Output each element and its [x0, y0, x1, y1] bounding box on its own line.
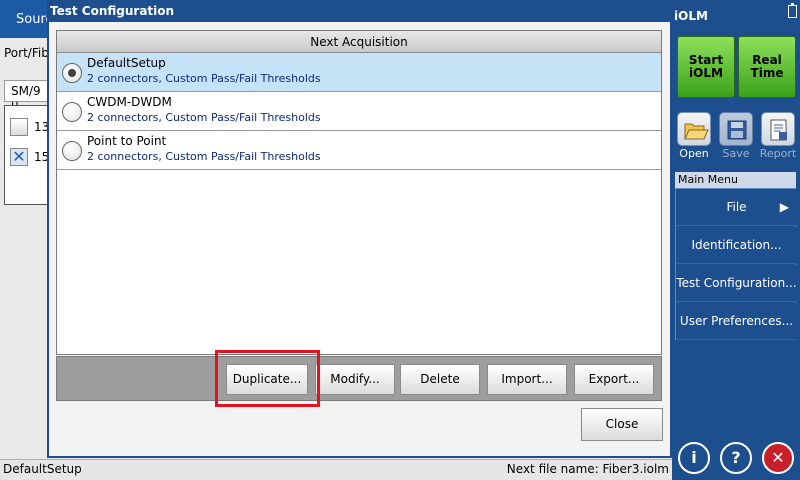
- delete-button[interactable]: Delete: [400, 364, 480, 395]
- wavelength-2-checkbox[interactable]: ✕: [10, 148, 28, 166]
- save-button[interactable]: [719, 112, 753, 146]
- open-button[interactable]: [677, 112, 711, 146]
- test-configuration-dialog: Test Configuration Next Acquisition Defa…: [47, 0, 672, 458]
- item-name: Point to Point: [87, 134, 167, 148]
- folder-open-icon: [684, 123, 709, 140]
- modify-button[interactable]: Modify...: [315, 364, 395, 395]
- info-icon[interactable]: i: [678, 442, 710, 474]
- menu-item-identification[interactable]: Identification...: [676, 227, 797, 264]
- next-file-name-status: Next file name: Fiber3.iolm: [506, 462, 669, 476]
- list-item-point-to-point[interactable]: Point to Point 2 connectors, Custom Pass…: [57, 131, 661, 170]
- item-name: CWDM-DWDM: [87, 95, 172, 109]
- menu-item-test-configuration[interactable]: Test Configuration...: [676, 265, 797, 302]
- dialog-body: Next Acquisition DefaultSetup 2 connecto…: [49, 22, 670, 456]
- configuration-list: Next Acquisition DefaultSetup 2 connecto…: [56, 30, 662, 355]
- list-item-cwdm-dwdm[interactable]: CWDM-DWDM 2 connectors, Custom Pass/Fail…: [57, 92, 661, 131]
- radio-button[interactable]: [62, 141, 82, 161]
- current-setup-status: DefaultSetup: [3, 462, 82, 476]
- item-description: 2 connectors, Custom Pass/Fail Threshold…: [87, 150, 321, 163]
- menu-item-label: File: [726, 200, 747, 214]
- duplicate-highlight-box: [215, 350, 320, 407]
- radio-selected-dot: [68, 69, 76, 77]
- export-button[interactable]: Export...: [574, 364, 654, 395]
- app-title: iOLM: [674, 9, 708, 23]
- battery-icon: [788, 3, 797, 18]
- status-bar: DefaultSetup Next file name: Fiber3.iolm: [0, 459, 672, 480]
- start-iolm-button[interactable]: Start iOLM: [677, 36, 735, 98]
- help-icon[interactable]: ?: [720, 442, 752, 474]
- action-button-bar: Duplicate... Modify... Delete Import... …: [56, 356, 662, 401]
- menu-item-file[interactable]: File ▶: [676, 189, 797, 226]
- radio-button[interactable]: [62, 63, 82, 83]
- floppy-disk-icon: [727, 120, 747, 140]
- real-time-button[interactable]: Real Time: [738, 36, 796, 98]
- report-button[interactable]: [761, 112, 795, 146]
- main-menu-header: Main Menu: [675, 172, 796, 188]
- item-description: 2 connectors, Custom Pass/Fail Threshold…: [87, 111, 321, 124]
- chevron-right-icon: ▶: [779, 200, 789, 214]
- exit-icon[interactable]: ✕: [762, 442, 794, 474]
- list-item-defaultsetup[interactable]: DefaultSetup 2 connectors, Custom Pass/F…: [57, 53, 661, 92]
- menu-item-user-preferences[interactable]: User Preferences...: [676, 303, 797, 340]
- item-name: DefaultSetup: [87, 56, 166, 70]
- close-button[interactable]: Close: [581, 408, 663, 441]
- wavelength-1-checkbox[interactable]: [10, 118, 28, 136]
- list-header: Next Acquisition: [57, 31, 661, 53]
- dialog-title: Test Configuration: [50, 4, 175, 18]
- radio-button[interactable]: [62, 102, 82, 122]
- main-menu: File ▶ Identification... Test Configurat…: [675, 188, 797, 340]
- port-fiber-label: Port/Fib: [4, 46, 49, 60]
- import-button[interactable]: Import...: [487, 364, 567, 395]
- report-document-icon: [770, 119, 787, 141]
- item-description: 2 connectors, Custom Pass/Fail Threshold…: [87, 72, 321, 85]
- report-label: Report: [759, 147, 797, 160]
